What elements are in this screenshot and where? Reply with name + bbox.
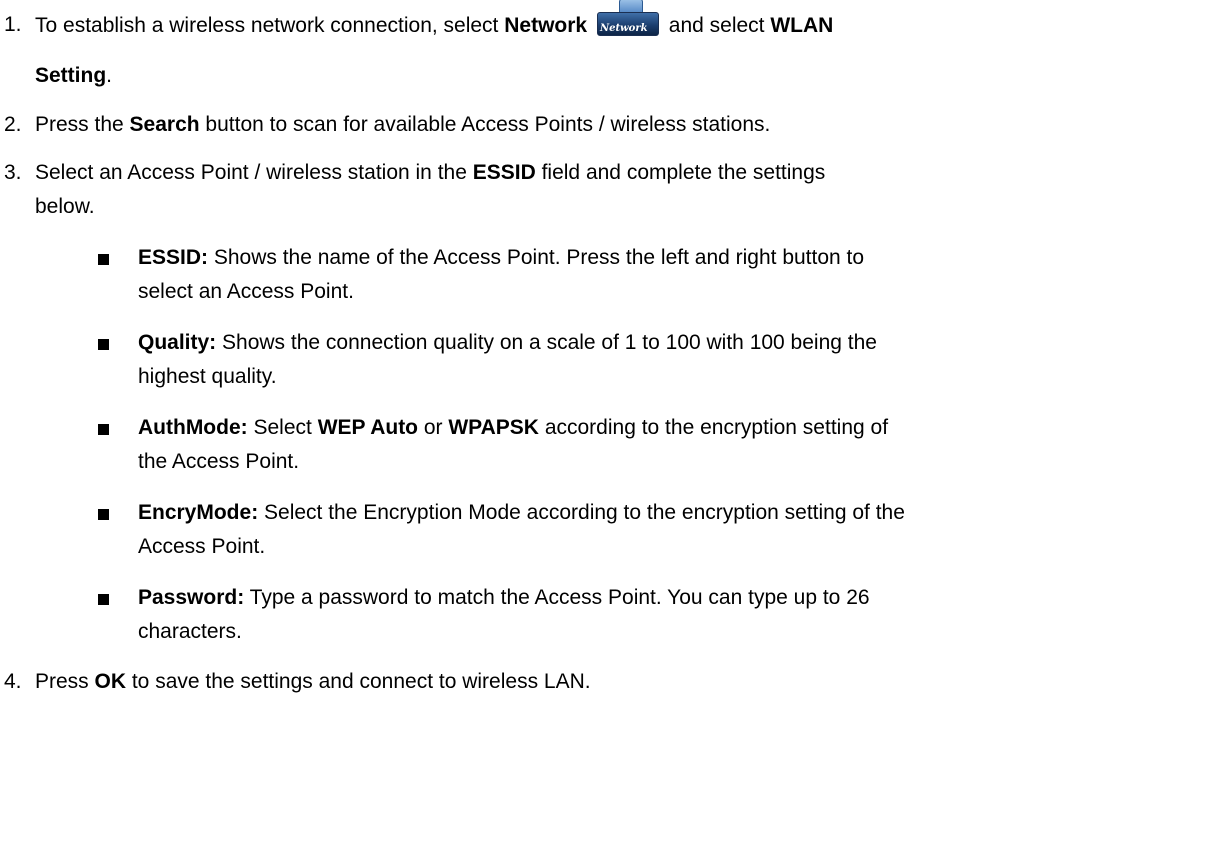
- step-number: 2.: [4, 113, 22, 136]
- manual-page: 1. To establish a wireless network conne…: [0, 0, 1219, 861]
- step-text: Press OK to save the settings and connec…: [35, 670, 591, 693]
- bullet-marker: [98, 254, 109, 265]
- bullet-marker: [98, 424, 109, 435]
- step-text: To establish a wireless network connecti…: [35, 0, 833, 39]
- step-number: 4.: [4, 670, 22, 693]
- bullet-marker: [98, 339, 109, 350]
- bullet-marker: [98, 594, 109, 605]
- network-icon: Network: [596, 0, 659, 38]
- step-number: 3.: [4, 161, 22, 184]
- step-text: Press the Search button to scan for avai…: [35, 113, 771, 136]
- bullet-marker: [98, 509, 109, 520]
- step-text: Select an Access Point / wireless statio…: [35, 161, 826, 184]
- step-number: 1.: [4, 13, 22, 36]
